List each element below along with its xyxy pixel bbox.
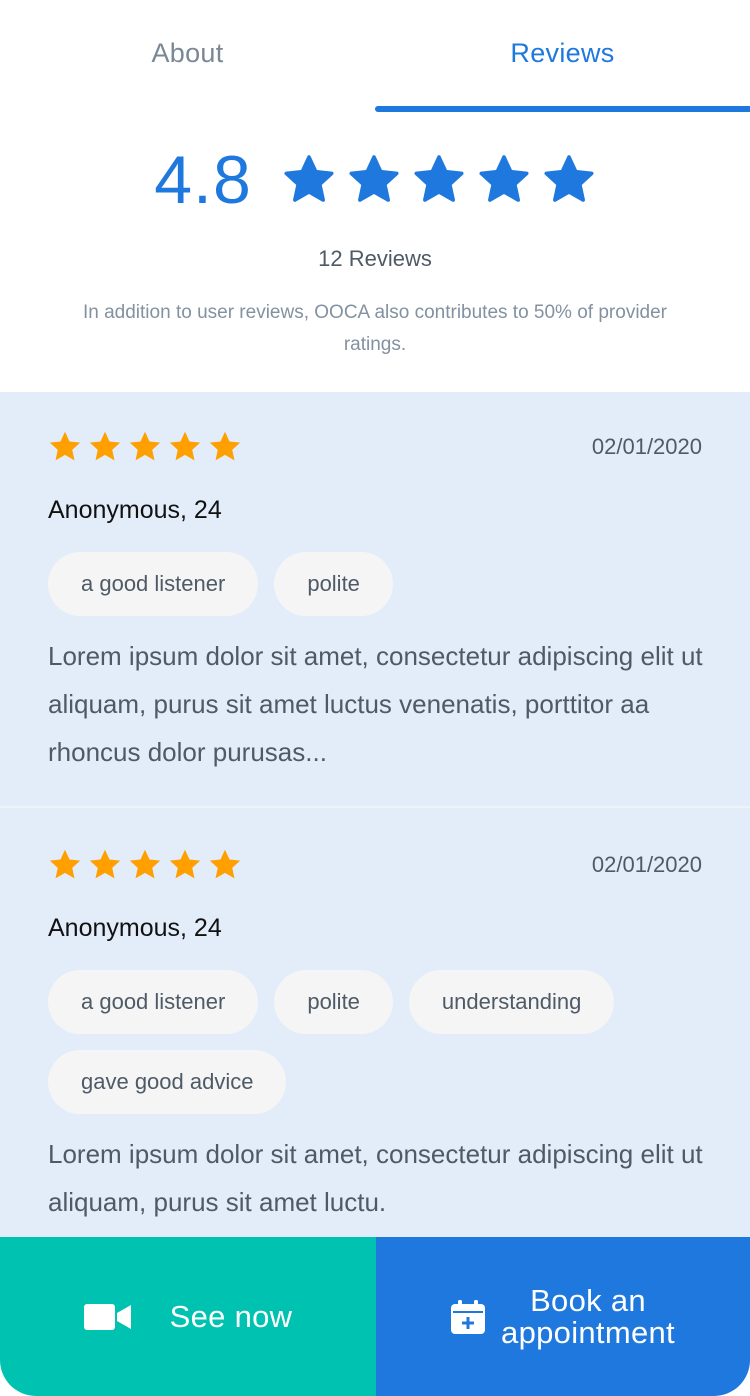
star-icon bbox=[49, 431, 81, 461]
star-icon bbox=[349, 155, 399, 202]
book-appointment-button[interactable]: Book an appointment bbox=[376, 1237, 750, 1396]
active-tab-indicator bbox=[375, 106, 750, 112]
reviewer-name: Anonymous, 24 bbox=[48, 914, 222, 942]
book-label-line1: Book an bbox=[530, 1282, 646, 1318]
star-icon bbox=[414, 155, 464, 202]
star-icon bbox=[89, 431, 121, 461]
star-icon bbox=[129, 849, 161, 879]
star-icon bbox=[129, 431, 161, 461]
tab-about[interactable]: About bbox=[0, 0, 375, 112]
star-icon bbox=[49, 849, 81, 879]
review-tag: a good listener bbox=[48, 552, 259, 616]
review-tags: a good listener polite understanding gav… bbox=[48, 970, 708, 1130]
see-now-label: See now bbox=[169, 1298, 293, 1334]
reviews-count: 12 Reviews bbox=[318, 246, 432, 271]
star-icon bbox=[209, 431, 241, 461]
rating-summary: 4.8 bbox=[0, 140, 750, 220]
review-stars bbox=[48, 430, 248, 464]
review-tags: a good listener polite bbox=[48, 552, 708, 632]
star-icon bbox=[209, 849, 241, 879]
tab-reviews-label: Reviews bbox=[510, 38, 615, 68]
tab-about-label: About bbox=[151, 38, 224, 68]
rating-stars bbox=[282, 153, 596, 207]
action-bar: See now Book an appointment bbox=[0, 1237, 750, 1396]
reviewer-name: Anonymous, 24 bbox=[48, 496, 222, 524]
review-card[interactable]: 02/01/2020 Anonymous, 24 a good listener… bbox=[0, 810, 750, 1237]
see-now-button[interactable]: See now bbox=[0, 1237, 376, 1396]
calendar-add-icon bbox=[451, 1299, 486, 1334]
book-appointment-label: Book an appointment bbox=[501, 1282, 675, 1350]
tab-reviews[interactable]: Reviews bbox=[375, 0, 750, 112]
reviews-list[interactable]: 02/01/2020 Anonymous, 24 a good listener… bbox=[0, 392, 750, 1237]
star-icon bbox=[89, 849, 121, 879]
review-card[interactable]: 02/01/2020 Anonymous, 24 a good listener… bbox=[0, 392, 750, 808]
review-date: 02/01/2020 bbox=[591, 852, 702, 877]
review-tag: a good listener bbox=[48, 970, 259, 1034]
review-tag: polite bbox=[274, 970, 393, 1034]
tab-bar: About Reviews bbox=[0, 0, 750, 112]
review-tag: polite bbox=[274, 552, 393, 616]
star-icon bbox=[544, 155, 594, 202]
review-date: 02/01/2020 bbox=[591, 434, 702, 459]
book-label-line2: appointment bbox=[501, 1314, 675, 1350]
review-stars bbox=[48, 848, 248, 882]
rating-score: 4.8 bbox=[154, 142, 252, 218]
star-icon bbox=[169, 431, 201, 461]
review-text: Lorem ipsum dolor sit amet, consectetur … bbox=[48, 641, 703, 767]
star-icon bbox=[479, 155, 529, 202]
video-camera-icon bbox=[83, 1303, 131, 1330]
review-text: Lorem ipsum dolor sit amet, consectetur … bbox=[48, 1139, 703, 1217]
review-tag: gave good advice bbox=[48, 1050, 287, 1114]
star-icon bbox=[284, 155, 334, 202]
ratings-note: In addition to user reviews, OOCA also c… bbox=[82, 302, 668, 355]
review-tag: understanding bbox=[408, 970, 615, 1034]
star-icon bbox=[169, 849, 201, 879]
